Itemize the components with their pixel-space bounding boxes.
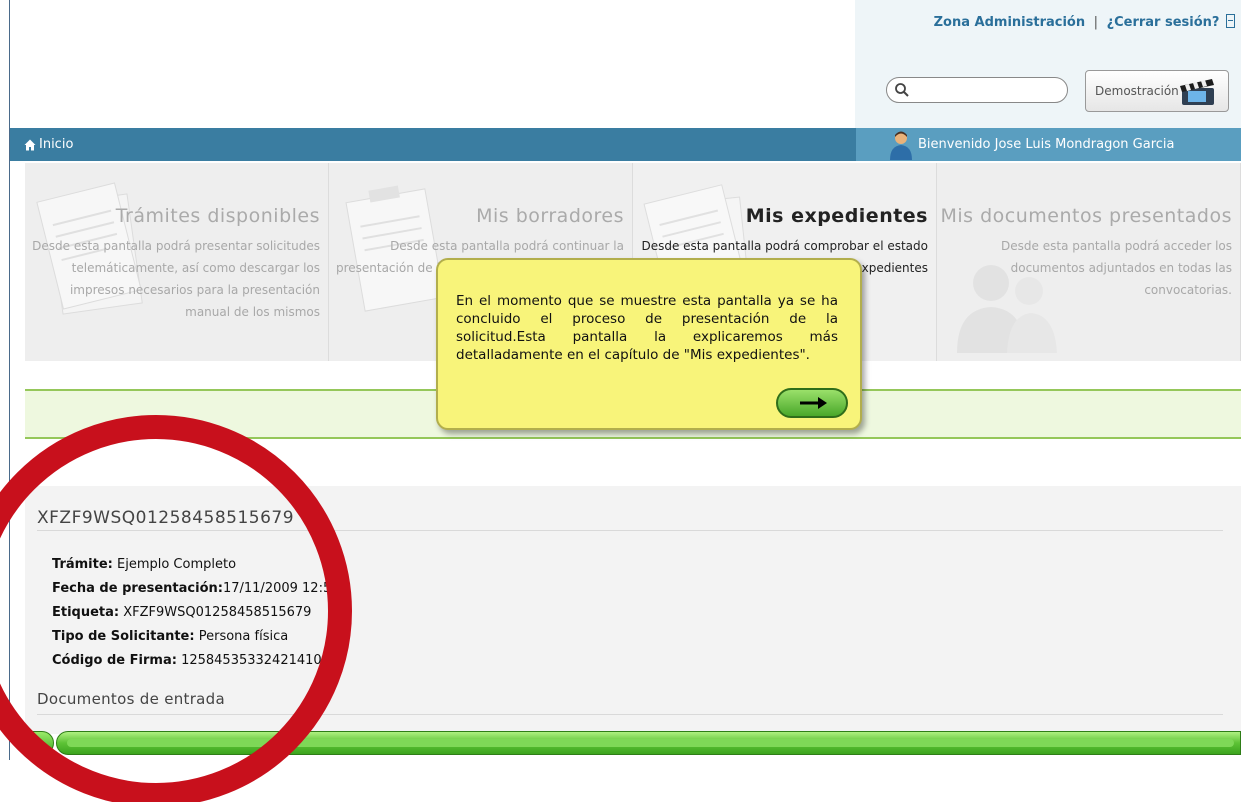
welcome-text: Bienvenido Jose Luis Mondragon Garcia: [918, 137, 1175, 152]
panel-title: Mis borradores: [476, 205, 624, 227]
minimize-icon[interactable]: [1226, 14, 1235, 28]
demo-button-label: Demostración: [1095, 84, 1179, 98]
demo-button[interactable]: Demostración: [1085, 70, 1229, 112]
logout-link[interactable]: ¿Cerrar sesión?: [1107, 15, 1220, 30]
search-icon: [895, 83, 909, 97]
clapperboard-icon: [1180, 79, 1214, 105]
panel-title: Mis documentos presentados: [940, 205, 1232, 227]
nav-home-link[interactable]: Inicio: [24, 137, 73, 152]
search-input[interactable]: [911, 81, 1061, 99]
tutorial-tooltip: En el momento que se muestre esta pantal…: [436, 258, 862, 430]
welcome-area: Bienvenido Jose Luis Mondragon Garcia: [856, 128, 1241, 161]
nav-home-label: Inicio: [39, 137, 74, 152]
user-icon: [890, 131, 912, 160]
highlight-circle-annotation: [0, 415, 352, 802]
panel-title: Trámites disponibles: [115, 205, 320, 227]
admin-zone-link[interactable]: Zona Administración: [934, 15, 1085, 30]
panel-mis-documentos-presentados[interactable]: Mis documentos presentados Desde esta pa…: [937, 163, 1241, 361]
panel-description: Desde esta pantalla podrá acceder los do…: [1001, 239, 1232, 297]
search-box[interactable]: [886, 77, 1068, 103]
link-separator: |: [1093, 15, 1099, 30]
arrow-right-icon: [800, 397, 827, 409]
next-button[interactable]: [776, 388, 848, 418]
nav-bar: Inicio Bienvenido Jose Luis Mondragon Ga…: [10, 128, 1241, 161]
tooltip-text: En el momento que se muestre esta pantal…: [456, 293, 838, 363]
panel-tramites-disponibles[interactable]: Trámites disponibles Desde esta pantalla…: [25, 163, 329, 361]
home-icon: [24, 139, 36, 150]
panel-description: Desde esta pantalla podrá presentar soli…: [32, 239, 320, 319]
top-links: Zona Administración | ¿Cerrar sesión?: [934, 14, 1235, 30]
panel-title: Mis expedientes: [745, 205, 928, 227]
